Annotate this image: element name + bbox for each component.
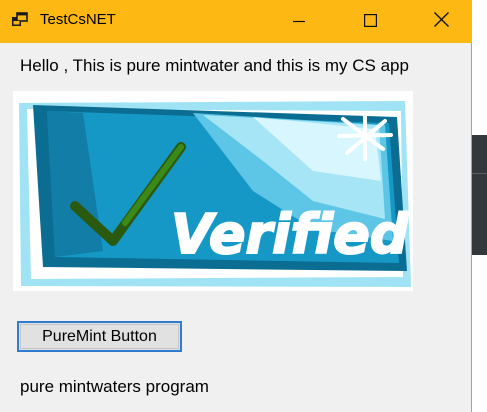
greeting-label: Hello , This is pure mintwater and this … [20,56,409,75]
background-divider [472,173,487,174]
maximize-icon [363,12,377,31]
background-window-strip [472,135,487,255]
close-icon [433,12,449,31]
verified-lettering: Verified [171,203,410,266]
puremint-button[interactable]: PureMint Button [17,321,182,352]
app-window-icon[interactable] [11,11,29,29]
window-title: TestCsNET [40,11,116,28]
close-button[interactable] [418,0,464,43]
verified-picture: Verified [13,91,413,291]
app-window: TestCsNET Hello , This is pure mintwater… [0,0,472,412]
minimize-button[interactable] [276,0,322,43]
puremint-button-label: PureMint Button [42,327,157,345]
title-bar[interactable]: TestCsNET [0,0,472,43]
maximize-button[interactable] [347,0,393,43]
minimize-icon [293,12,305,31]
program-label: pure mintwaters program [20,377,209,396]
